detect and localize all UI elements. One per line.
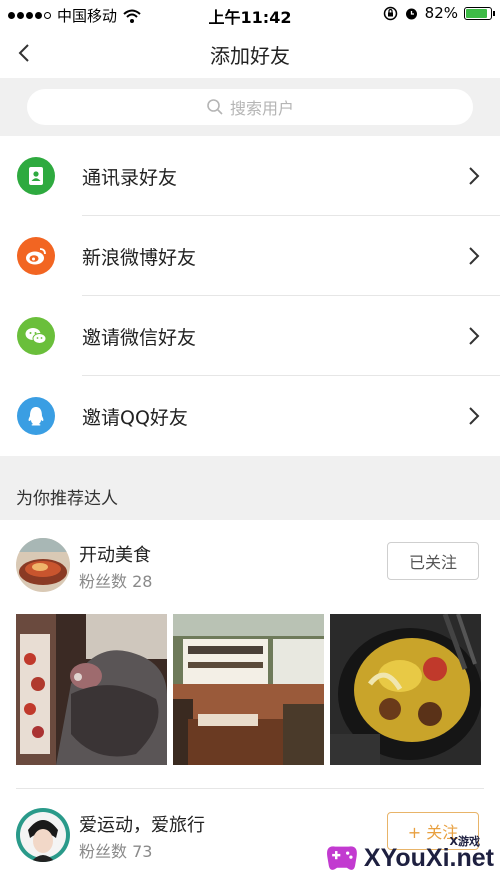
section-title: 为你推荐达人 — [16, 489, 118, 509]
list-item-weibo[interactable]: 新浪微博好友 — [0, 216, 500, 296]
list-item-wechat[interactable]: 邀请微信好友 — [0, 296, 500, 376]
avatar[interactable] — [16, 538, 70, 592]
photo-thumbnail[interactable] — [16, 614, 167, 765]
recommended-user[interactable]: 开动美食 粉丝数 28 已关注 — [0, 536, 500, 608]
photo-thumbnail[interactable] — [173, 614, 324, 765]
orientation-lock-icon — [383, 6, 397, 20]
watermark-small-text: X游戏 — [449, 835, 480, 848]
photo-grid — [16, 614, 483, 765]
search-icon — [207, 99, 223, 115]
fans-count: 粉丝数 73 — [79, 842, 153, 861]
chevron-right-icon — [469, 247, 480, 265]
list-item-label: 通讯录好友 — [82, 166, 178, 189]
recommend-section-header: 为你推荐达人 — [0, 456, 500, 520]
photo-thumbnail[interactable] — [330, 614, 481, 765]
chevron-right-icon — [469, 327, 480, 345]
qq-icon — [17, 397, 55, 435]
wechat-icon — [17, 317, 55, 355]
status-bar: 中国移动 上午11:42 82% — [0, 0, 500, 28]
battery-percent: 82% — [424, 4, 458, 22]
gamepad-logo-icon — [327, 846, 357, 870]
list-item-label: 邀请QQ好友 — [82, 406, 188, 429]
user-name: 爱运动，爱旅行 — [79, 815, 205, 836]
divider — [16, 788, 484, 789]
user-name: 开动美食 — [79, 545, 151, 566]
list-item-label: 新浪微博好友 — [82, 246, 197, 269]
battery-icon — [464, 6, 495, 20]
nav-bar: 添加好友 — [0, 28, 500, 78]
followed-button[interactable]: 已关注 — [387, 542, 479, 580]
contacts-icon — [17, 157, 55, 195]
chevron-right-icon — [469, 167, 480, 185]
friend-source-list: 通讯录好友 新浪微博好友 邀请微信好友 邀请QQ好友 — [0, 136, 500, 456]
search-area: 搜索用户 — [0, 78, 500, 136]
fans-count: 粉丝数 28 — [79, 572, 153, 591]
chevron-right-icon — [469, 407, 480, 425]
search-placeholder: 搜索用户 — [229, 99, 294, 118]
list-item-label: 邀请微信好友 — [82, 326, 197, 349]
weibo-icon — [17, 237, 55, 275]
list-item-qq[interactable]: 邀请QQ好友 — [0, 376, 500, 456]
list-item-contacts[interactable]: 通讯录好友 — [0, 136, 500, 216]
alarm-icon — [405, 8, 417, 19]
watermark: XYouXi.net X游戏 — [324, 833, 494, 883]
status-right: 82% — [383, 4, 495, 22]
page-title: 添加好友 — [210, 44, 290, 68]
search-input[interactable]: 搜索用户 — [27, 89, 473, 125]
avatar[interactable] — [16, 808, 70, 862]
